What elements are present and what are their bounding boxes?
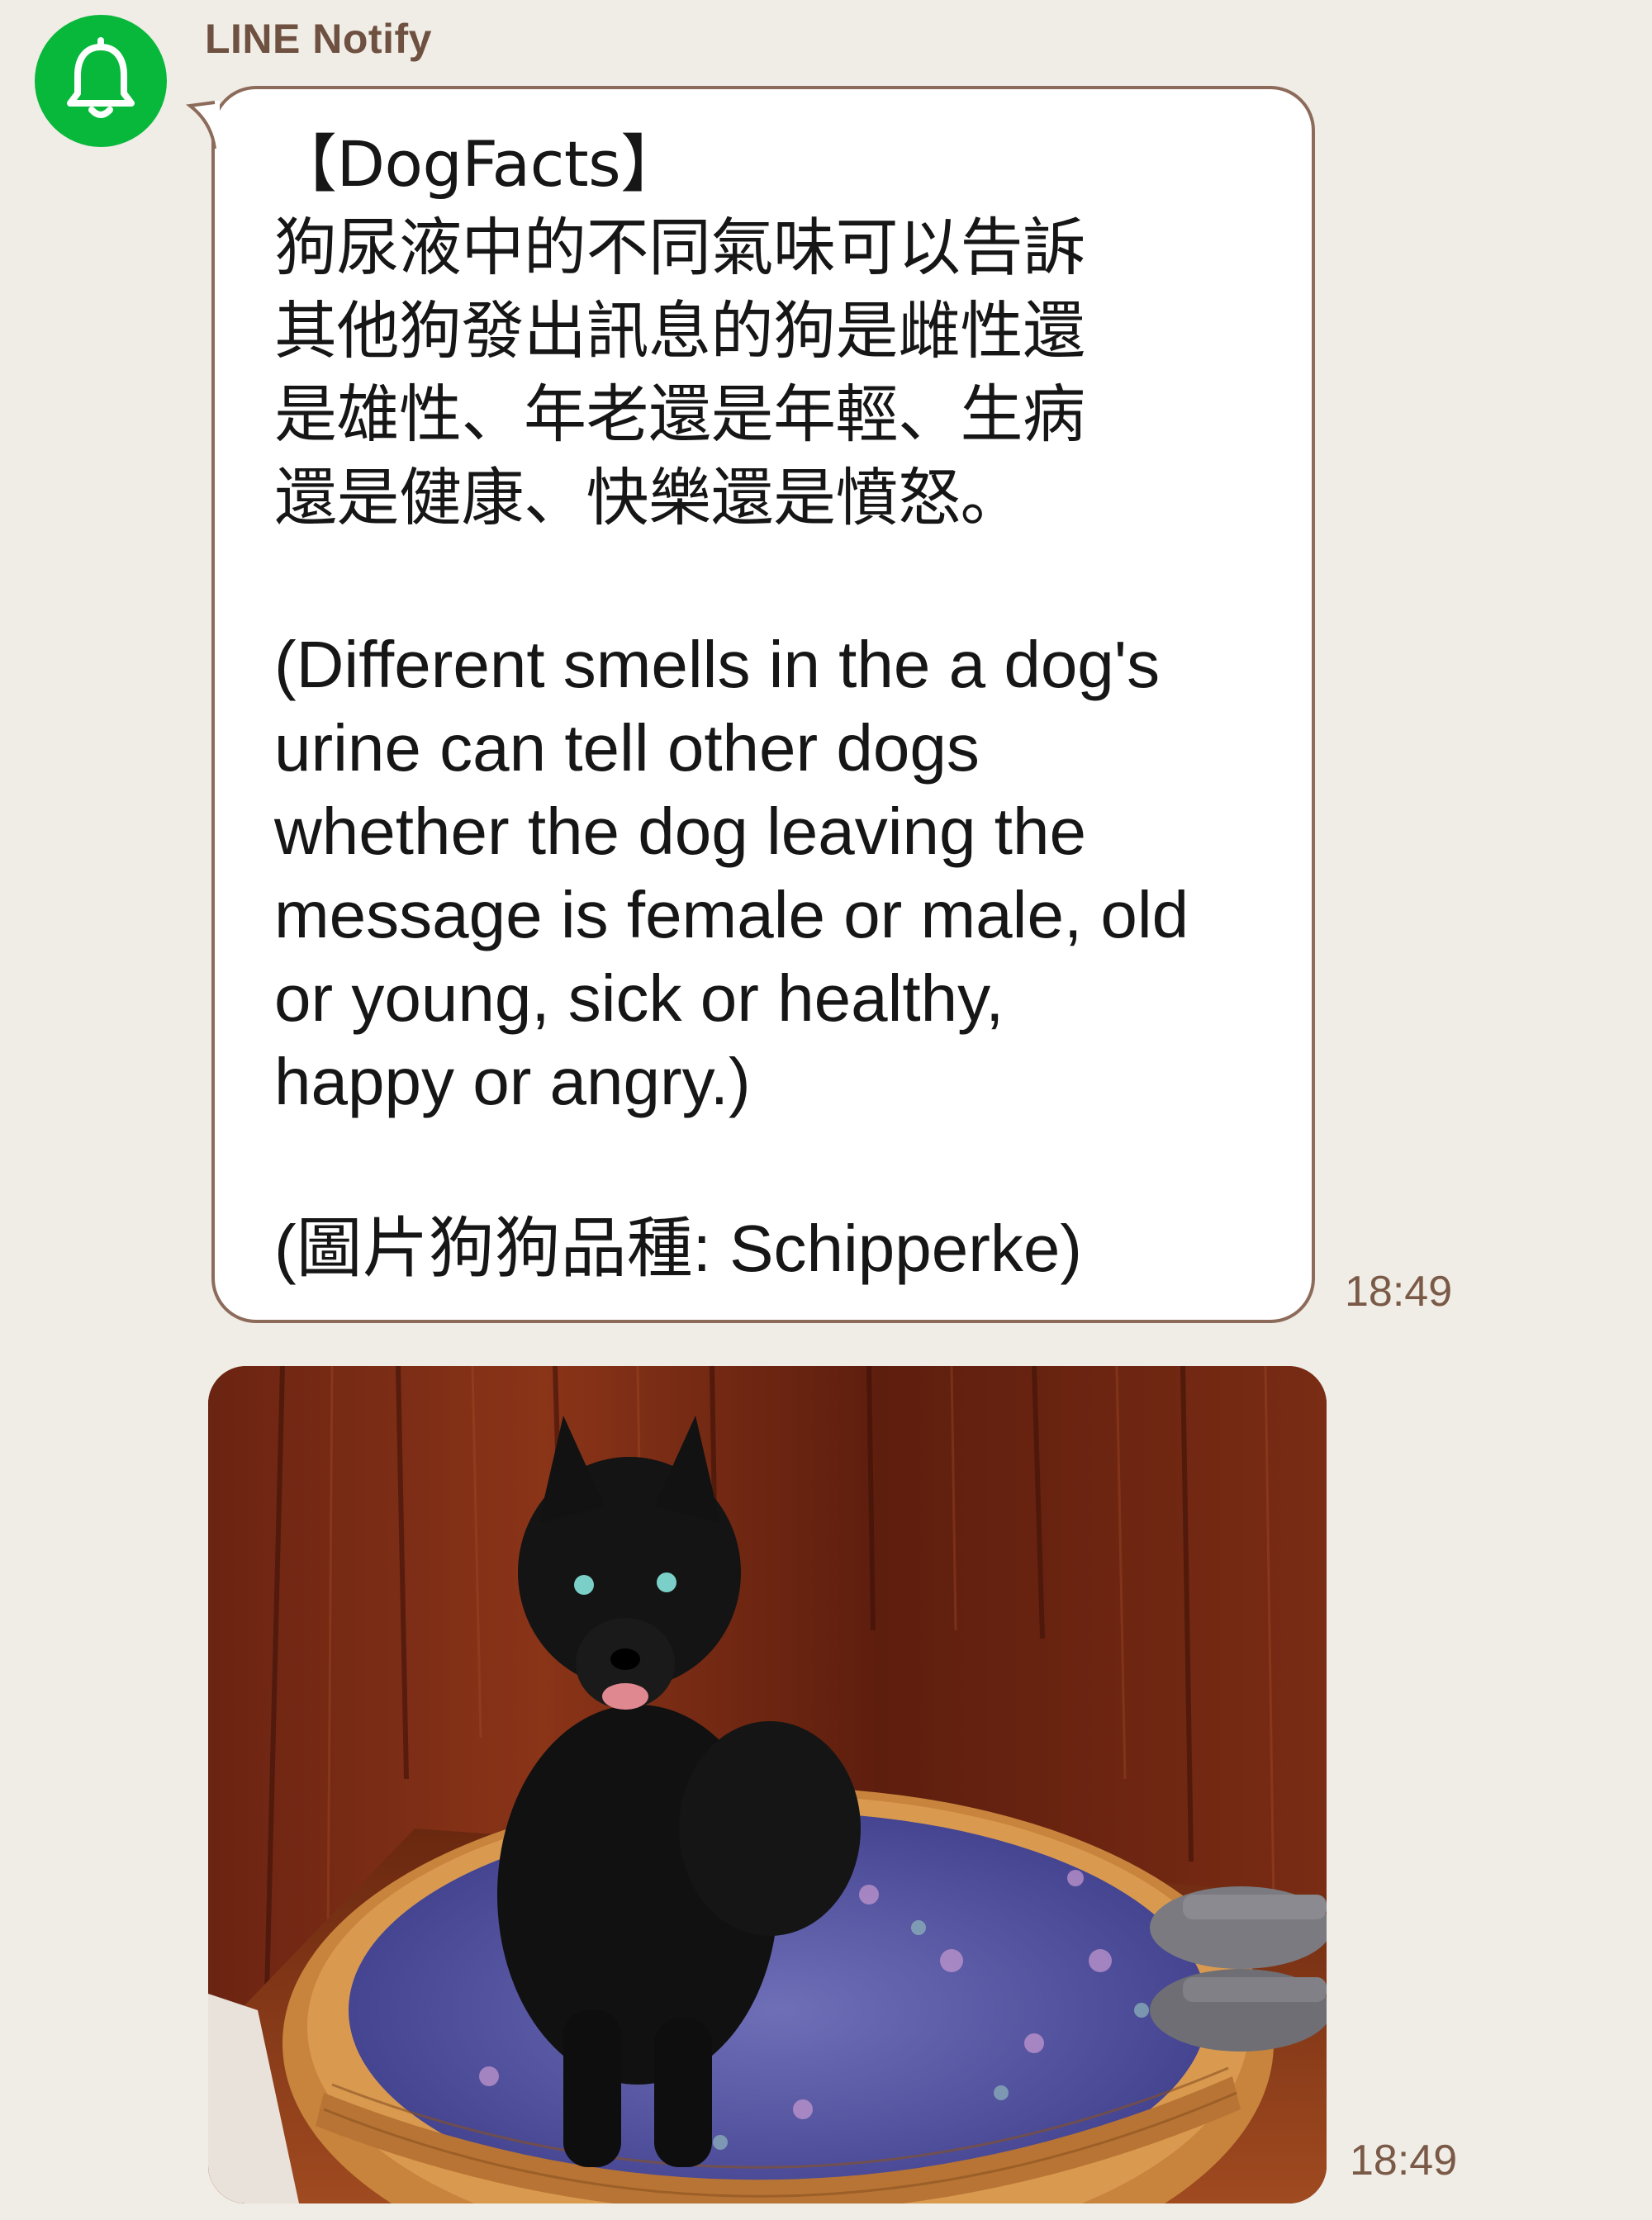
message-line: urine can tell other dogs xyxy=(274,711,980,785)
message-line: 【DogFacts】 xyxy=(274,127,683,201)
sender-name: LINE Notify xyxy=(205,16,432,62)
bubble-tail xyxy=(185,101,220,149)
message-line: message is female or male, old xyxy=(274,878,1189,951)
message-bubble[interactable]: 【DogFacts】 狗尿液中的不同氣味可以告訴 其他狗發出訊息的狗是雌性還 是… xyxy=(211,86,1315,1323)
message-line: 其他狗發出訊息的狗是雌性還 xyxy=(274,294,1085,368)
message-line: whether the dog leaving the xyxy=(274,795,1086,868)
message-line: (Different smells in the a dog's xyxy=(274,628,1161,701)
sender-avatar[interactable] xyxy=(35,15,167,147)
message-line: 狗尿液中的不同氣味可以告訴 xyxy=(274,211,1085,284)
image-timestamp: 18:49 xyxy=(1350,2137,1458,2184)
bell-icon xyxy=(67,37,135,118)
message-line: 是雄性、年老還是年輕、生病 xyxy=(274,377,1085,451)
dog-photo-illustration xyxy=(208,1366,1327,2203)
message-line xyxy=(274,1123,1282,1207)
message-line xyxy=(274,539,1282,623)
message-line: (圖片狗狗品種: Schipperke) xyxy=(274,1212,1082,1285)
message-line: 還是健康、快樂還是憤怒。 xyxy=(274,461,1023,534)
message-timestamp: 18:49 xyxy=(1345,1268,1453,1316)
message-line: happy or angry.) xyxy=(274,1045,751,1118)
message-line: or young, sick or healthy, xyxy=(274,961,1004,1035)
dog-photo[interactable] xyxy=(208,1366,1327,2203)
